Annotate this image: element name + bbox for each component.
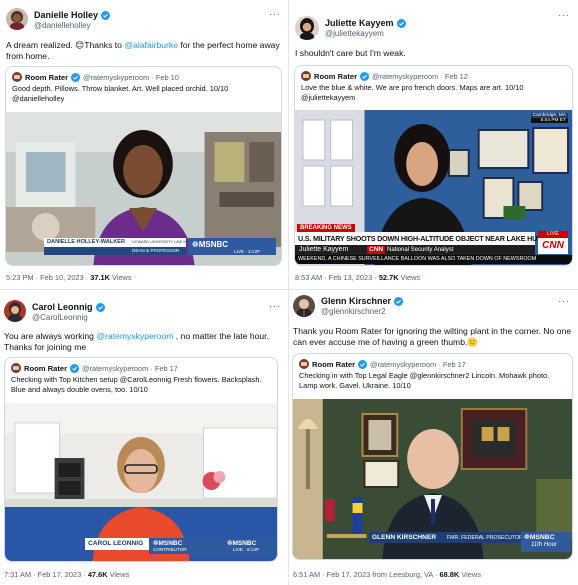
lower-third-title: FMR. FEDERAL PROSECUTOR [447, 535, 523, 541]
video-still[interactable]: CAROL LEONNIG ❁MSNBC CONTRIBUTOR ❁MSNBC … [5, 403, 277, 561]
avatar[interactable] [4, 300, 26, 322]
display-name[interactable]: Juliette Kayyem [325, 18, 394, 28]
verified-badge-icon [95, 302, 105, 312]
quote-display-name: Room Rater [314, 71, 358, 81]
video-still[interactable]: GLENN KIRSCHNER FMR. FEDERAL PROSECUTOR … [293, 399, 572, 559]
quote-display-name: Room Rater [24, 363, 68, 373]
avatar[interactable] [293, 295, 315, 317]
lower-third-name: Juliette Kayyem [299, 246, 349, 253]
quoted-tweet[interactable]: Room Rater @ratemyskyperoom · Feb 12 Lov… [294, 65, 573, 266]
quote-text: Good depth. Pillows. Throw blanket. Art.… [12, 84, 229, 103]
network-logo: ❁MSNBC [524, 534, 555, 541]
lower-third: BREAKING NEWS U.S. MILITARY SHOOTS DOWN … [295, 224, 572, 265]
tweet-glenn-kirschner[interactable]: Glenn Kirschner @glennkirschner2 ··· Tha… [289, 290, 578, 585]
avatar[interactable] [6, 8, 28, 30]
display-name[interactable]: Danielle Holley [34, 10, 98, 20]
quote-avatar [299, 359, 309, 369]
more-options-icon[interactable]: ··· [558, 297, 570, 307]
quote-display-name: Room Rater [25, 72, 69, 82]
avatar[interactable] [295, 16, 319, 40]
more-options-icon[interactable]: ··· [269, 302, 281, 312]
quote-text: Love the blue & white. We are pro french… [301, 83, 524, 102]
tweet-metadata[interactable]: 8:53 AM · Feb 13, 2023 · 52.7K Views [295, 273, 420, 282]
lower-third-name: GLENN KIRSCHNER [372, 534, 437, 541]
more-options-icon[interactable]: ··· [558, 11, 570, 21]
tweet-metadata[interactable]: 7:31 AM · Feb 17, 2023 · 47.6K Views [4, 570, 129, 579]
lower-third-title: National Security Analyst [387, 247, 454, 253]
verified-badge-icon [71, 72, 81, 82]
quoted-tweet[interactable]: Room Rater @ratemyskyperoom · Feb 17 Che… [292, 353, 573, 560]
network-logo: ❁MSNBC [192, 240, 229, 249]
network-logo-right: ❁MSNBC [227, 540, 257, 547]
tweet-text: You are always working @ratemyskyperoom … [4, 331, 269, 352]
lower-third-name: DANIELLE HOLLEY-WALKER [47, 239, 126, 245]
lower-third-title: CONTRIBUTOR [153, 547, 187, 552]
verified-badge-icon [358, 359, 368, 369]
user-handle[interactable]: @glennkirschner2 [321, 307, 386, 316]
quote-avatar [301, 71, 311, 81]
tweet-text: Thank you Room Rater for ignoring the wi… [293, 326, 572, 347]
quote-handle: @ratemyskyperoom · Feb 10 [83, 72, 179, 82]
quoted-tweet[interactable]: Room Rater @ratemyskyperoom · Feb 10 Goo… [5, 66, 282, 266]
quoted-tweet[interactable]: Room Rater @ratemyskyperoom · Feb 17 Che… [4, 357, 278, 562]
lower-third-name: CAROL LEONNIG [88, 540, 144, 547]
display-name[interactable]: Glenn Kirschner [321, 296, 391, 306]
quote-display-name: Room Rater [312, 359, 356, 369]
quote-handle: @ratemyskyperoom · Feb 12 [372, 71, 468, 81]
verified-badge-icon [360, 71, 370, 81]
peacock-icon: ❁ [192, 240, 199, 249]
display-name[interactable]: Carol Leonnig [32, 302, 93, 312]
user-handle[interactable]: @CarolLeonnig [32, 313, 88, 322]
user-handle[interactable]: @danielleholley [34, 21, 91, 30]
verified-badge-icon [70, 363, 80, 373]
tweet-metadata[interactable]: 5:23 PM · Feb 10, 2023 · 37.1K Views [6, 273, 132, 282]
quote-text: Checking with Top Kitchen setup @CarolLe… [11, 375, 262, 394]
quote-avatar [11, 363, 21, 373]
quote-handle: @ratemyskyperoom · Feb 17 [370, 359, 466, 369]
lower-third: CAROL LEONNIG ❁MSNBC CONTRIBUTOR ❁MSNBC … [85, 538, 275, 556]
verified-badge-icon [396, 18, 406, 28]
tweet-text: A dream realized. 😊Thanks to @alafairbur… [6, 40, 280, 61]
news-ticker: WEEKEND, A CHINESE SURVEILLANCE BALLOON … [298, 256, 537, 262]
tweet-juliette-kayyem[interactable]: Juliette Kayyem @juliettekayyem ··· I sh… [289, 0, 578, 289]
mention-link[interactable]: @ratemyskyperoom [96, 331, 173, 341]
breaking-news-label: BREAKING NEWS [297, 224, 355, 232]
quote-handle: @ratemyskyperoom · Feb 17 [82, 363, 178, 373]
verified-badge-icon [394, 296, 404, 306]
user-handle[interactable]: @juliettekayyem [325, 29, 384, 38]
tweet-text: I shouldn't care but I'm weak. [295, 48, 406, 58]
lower-third: GLENN KIRSCHNER FMR. FEDERAL PROSECUTOR … [369, 532, 571, 554]
more-options-icon[interactable]: ··· [269, 10, 281, 20]
mention-link[interactable]: @alafairburke [124, 40, 178, 50]
show-name: 11th Hour [531, 542, 557, 548]
quote-text: Checking in with Top Legal Eagle @glennk… [299, 371, 550, 390]
network-logo: CNN [367, 246, 386, 254]
lower-third-title: DEAN & PROFESSOR [132, 248, 180, 253]
verified-badge-icon [101, 10, 111, 20]
tweet-carol-leonnig[interactable]: Carol Leonnig @CarolLeonnig ··· You are … [0, 290, 288, 585]
cnn-live-bug: LIVE CNN [538, 231, 568, 255]
network-logo: ❁MSNBC [153, 540, 183, 547]
lower-third: DANIELLE HOLLEY-WALKER HOWARD UNIVERSITY… [44, 238, 276, 260]
quote-avatar [12, 72, 22, 82]
video-still[interactable]: DANIELLE HOLLEY-WALKER HOWARD UNIVERSITY… [6, 112, 281, 265]
tweet-danielle-holley[interactable]: Danielle Holley @danielleholley ··· A dr… [0, 0, 288, 289]
location-bug: Cambridge, MA 5:54 PM ET [530, 113, 568, 123]
headline: U.S. MILITARY SHOOTS DOWN HIGH-ALTITUDE … [298, 234, 553, 243]
video-still[interactable]: Cambridge, MA 5:54 PM ET BREAKING NEWS U… [295, 110, 572, 265]
tweet-metadata[interactable]: 6:51 AM · Feb 17, 2023 from Leesburg, VA… [293, 570, 481, 579]
